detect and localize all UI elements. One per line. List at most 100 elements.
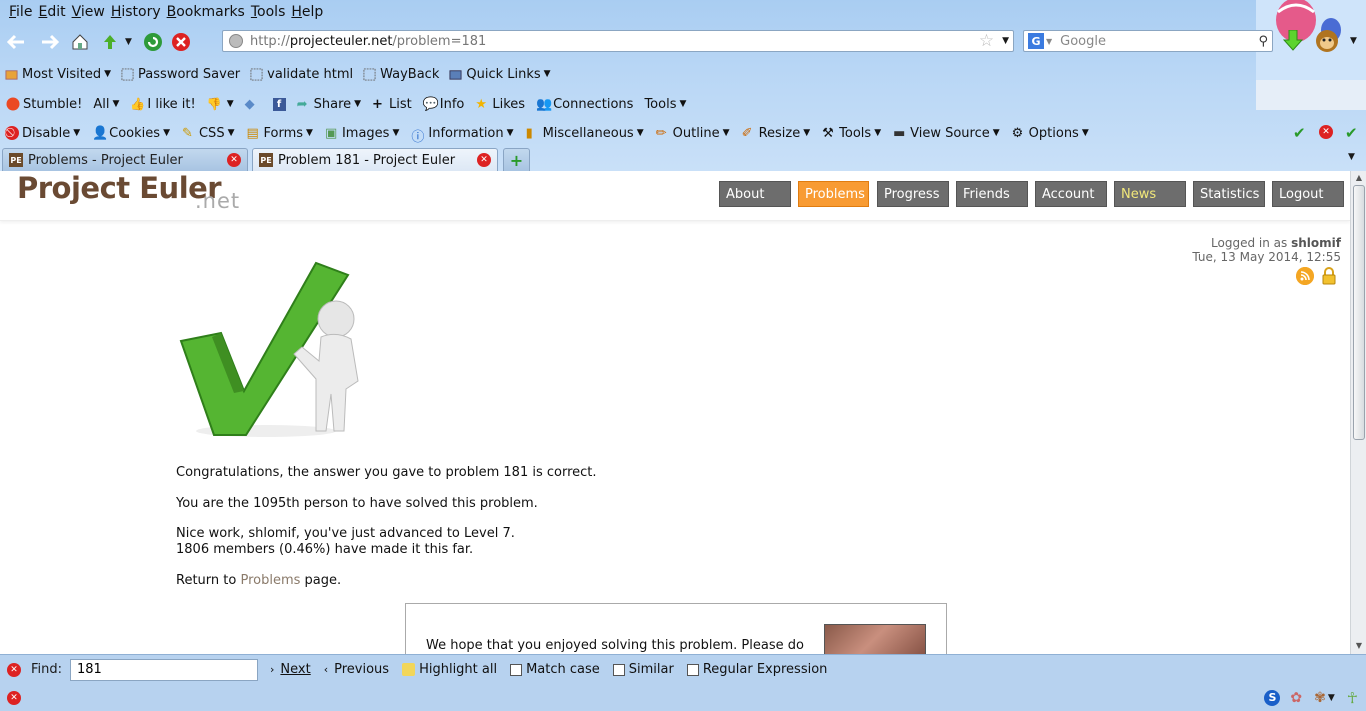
forward-button[interactable] [37,29,63,55]
nav-progress[interactable]: Progress [877,181,949,207]
nav-account[interactable]: Account [1035,181,1107,207]
skype-icon[interactable]: S [1264,689,1281,706]
dev-tools[interactable]: ⚒ Tools ▼ [822,126,881,142]
tab-problems[interactable]: PE Problems - Project Euler ✕ [2,148,248,171]
dev-resize[interactable]: ✐ Resize ▼ [742,126,811,142]
info-button[interactable]: 💬 Info [423,97,465,113]
url-history-dropdown[interactable]: ▼ [1002,36,1009,46]
stop-button[interactable] [168,29,194,55]
menu-history[interactable]: History [108,4,164,20]
dev-forms[interactable]: ▤ Forms ▼ [247,126,313,142]
scroll-up-arrow[interactable]: ▲ [1353,172,1365,184]
stumble-button[interactable]: Stumble! [6,97,82,112]
menu-view[interactable]: View [69,4,108,20]
stumble-all-dropdown[interactable]: All ▼ [93,97,119,112]
status-error-icon[interactable]: ✕ [7,690,21,705]
tab-list-dropdown[interactable]: ▼ [1348,152,1355,162]
dev-cookies[interactable]: 👤 Cookies ▼ [92,126,170,142]
bookmark-most-visited[interactable]: Most Visited ▼ [5,67,111,82]
validation-error-icon[interactable]: ✕ [1319,125,1333,139]
nav-statistics[interactable]: Statistics [1193,181,1265,207]
match-case-checkbox[interactable]: Match case [510,662,600,677]
dev-options[interactable]: ⚙ Options ▼ [1012,126,1089,142]
search-engine-dropdown[interactable]: ▼ [1046,37,1052,46]
tag-button[interactable]: ◆ [245,97,262,112]
close-icon[interactable]: ✕ [477,153,491,167]
find-input[interactable] [70,658,259,681]
dev-miscellaneous[interactable]: ▮ Miscellaneous ▼ [526,125,644,142]
google-icon[interactable]: G [1028,33,1044,49]
nav-about[interactable]: About [719,181,791,207]
bookmark-validate-html[interactable]: validate html [250,67,353,82]
reload-button[interactable] [140,29,166,55]
menu-edit[interactable]: Edit [35,4,68,20]
back-arrow-icon [6,34,24,50]
regex-checkbox[interactable]: Regular Expression [686,662,827,677]
page-scrollbar[interactable]: ▲ ▼ [1350,171,1366,654]
sync-button[interactable] [97,29,123,55]
chevron-down-icon: ▼ [543,69,551,79]
accessibility-icon[interactable]: ☥ [1347,689,1358,707]
menu-tools[interactable]: Tools [248,4,289,20]
list-button[interactable]: + List [372,97,412,113]
nav-friends[interactable]: Friends [956,181,1028,207]
find-previous-button[interactable]: ‹ Previous [324,662,389,677]
bookmark-label: WayBack [380,66,440,82]
close-find-bar-icon[interactable]: ✕ [7,662,21,677]
problems-link[interactable]: Problems [240,573,300,588]
sync-menu-caret[interactable]: ▼ [125,37,132,47]
highlight-all-button[interactable]: Highlight all [402,662,497,677]
scroll-down-arrow[interactable]: ▼ [1353,640,1365,652]
home-button[interactable] [67,29,93,55]
bookmark-password-saver[interactable]: Password Saver [121,67,240,82]
facebook-button[interactable]: f [272,97,286,111]
connections-button[interactable]: 👥 Connections [536,97,633,113]
globe-icon [229,34,243,48]
addon-tools-icon[interactable]: ✾ [1314,690,1326,706]
addon-menu-caret[interactable]: ▼ [1328,693,1335,703]
validation-ok-icon[interactable]: ✔ [1293,124,1306,142]
site-logo[interactable]: Project Euler [17,171,222,205]
stumble-tools-dropdown[interactable]: Tools ▼ [644,97,686,112]
like-button[interactable]: 👍 I like it! [130,97,195,112]
url-path: /problem=181 [392,33,487,49]
nav-logout[interactable]: Logout [1272,181,1344,207]
dev-information[interactable]: ⓘ Information ▼ [411,126,513,146]
nav-problems[interactable]: Problems [798,181,869,207]
monkey-icon[interactable] [1314,29,1340,53]
addon-bug-icon[interactable]: ✿ [1290,690,1302,706]
tab-problem-181[interactable]: PE Problem 181 - Project Euler ✕ [252,148,498,171]
search-bar[interactable]: G ▼ Google ⚲ [1023,30,1273,52]
rss-icon[interactable] [1296,267,1314,285]
back-button[interactable] [3,29,29,55]
likes-button[interactable]: ★ Likes [475,97,525,113]
nav-news[interactable]: News [1114,181,1186,207]
dev-label: Miscellaneous [542,125,634,141]
chevron-down-icon: ▼ [163,128,170,138]
menu-bookmarks[interactable]: Bookmarks [164,4,248,20]
url-bar[interactable]: http://projecteuler.net/problem=181 ☆ ▼ [222,30,1014,52]
new-tab-button[interactable]: + [503,148,530,171]
dislike-button[interactable]: 👎 ▼ [207,97,234,111]
dev-outline[interactable]: ✏ Outline ▼ [656,126,730,142]
bookmark-quick-links[interactable]: Quick Links ▼ [449,67,551,82]
find-next-button[interactable]: › Next [270,662,311,677]
dev-css[interactable]: ✎ CSS ▼ [182,126,235,142]
lock-icon[interactable] [1320,267,1338,285]
similar-checkbox[interactable]: Similar [612,662,674,677]
validation-check-icon[interactable]: ✔ [1345,124,1358,142]
download-arrow-icon[interactable] [1283,30,1303,52]
toolbar-overflow-caret[interactable]: ▼ [1350,36,1357,46]
binoculars-icon[interactable]: ⚲ [1258,34,1268,49]
menu-file[interactable]: File [6,4,35,20]
menu-help[interactable]: Help [288,4,326,20]
chevron-down-icon: ▼ [1081,128,1089,138]
close-icon[interactable]: ✕ [227,153,241,167]
scroll-thumb[interactable] [1353,185,1365,440]
share-button[interactable]: ➦ Share ▼ [297,97,361,113]
dev-images[interactable]: ▣ Images ▼ [325,126,399,142]
bookmark-star-icon[interactable]: ☆ [979,31,994,51]
bookmark-wayback[interactable]: WayBack [363,67,439,82]
dev-disable[interactable]: ⃠Disable▼ [5,126,80,141]
dev-view-source[interactable]: ▬ View Source ▼ [893,126,1000,142]
